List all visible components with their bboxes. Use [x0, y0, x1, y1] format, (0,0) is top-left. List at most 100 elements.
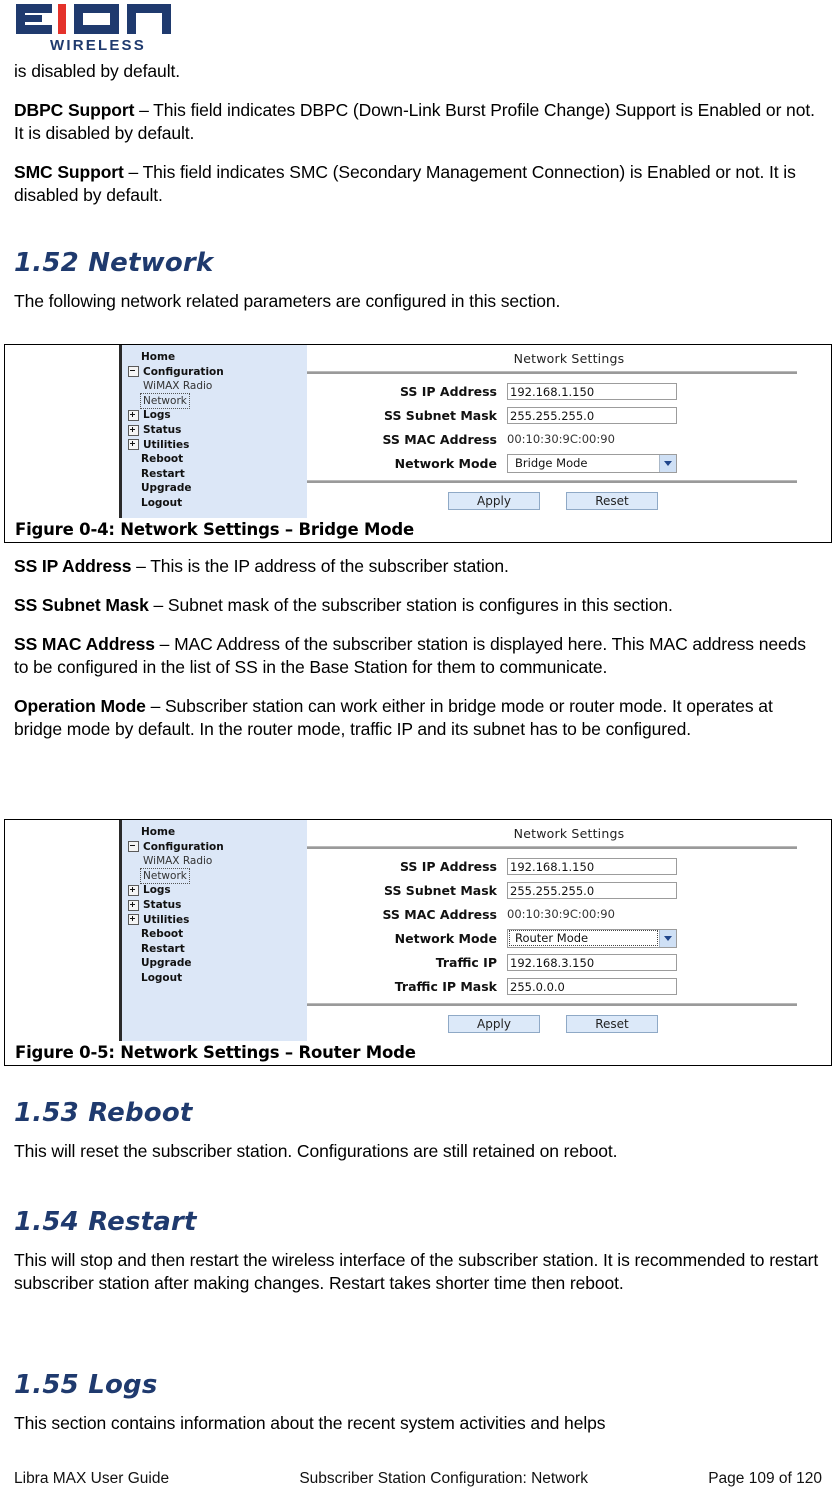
reset-button[interactable]: Reset — [566, 492, 658, 510]
sidebar-item-configuration[interactable]: Configuration — [128, 365, 307, 380]
sidebar-item-network[interactable]: Network — [128, 867, 307, 885]
sidebar-item-home[interactable]: Home — [128, 350, 307, 365]
footer-center: Subscriber Station Configuration: Networ… — [299, 1470, 588, 1487]
field-label-ss-subnet-mask: SS Subnet Mask — [384, 882, 497, 898]
chevron-down-icon[interactable] — [659, 454, 676, 472]
sidebar-item-label: Reboot — [141, 928, 184, 941]
sidebar-item-home[interactable]: Home — [128, 825, 307, 840]
heading-1-55-logs: 1.55 Logs — [14, 1370, 158, 1400]
panel-title: Network Settings — [513, 826, 625, 841]
chevron-down-icon[interactable] — [659, 929, 676, 947]
sidebar-item-label: Home — [141, 351, 176, 363]
field-label-traffic-ip-mask: Traffic IP Mask — [394, 978, 497, 994]
sidebar-item-label: WiMAX Radio — [143, 380, 213, 393]
sidebar-item-status[interactable]: Status — [128, 898, 307, 913]
ss-subnet-mask-input[interactable]: 255.255.255.0 — [507, 881, 677, 899]
ss-ip-address-input[interactable]: 192.168.1.150 — [507, 857, 677, 875]
field-label-ss-mac-address: SS MAC Address — [382, 906, 497, 922]
sidebar-item-restart[interactable]: Restart — [128, 467, 307, 482]
sidebar-item-configuration[interactable]: Configuration — [128, 840, 307, 855]
sidebar-item-logout[interactable]: Logout — [128, 496, 307, 511]
expand-plus-icon[interactable] — [128, 899, 139, 911]
logs-section: 1.55 Logs This section contains informat… — [14, 1370, 822, 1451]
traffic-ip-input[interactable]: 192.168.3.150 — [507, 953, 677, 971]
sidebar-item-label: Status — [143, 898, 182, 911]
form-row-network-mode: Network Mode Router Mode — [307, 927, 831, 949]
sidebar-item-label: Utilities — [143, 913, 190, 926]
sidebar-item-label: Logs — [143, 409, 171, 422]
form-row-traffic-ip: Traffic IP 192.168.3.150 — [307, 951, 831, 973]
smc-description: – This field indicates SMC (Secondary Ma… — [14, 162, 796, 205]
form-row-traffic-ip-mask: Traffic IP Mask 255.0.0.0 — [307, 975, 831, 997]
sidebar-item-status[interactable]: Status — [128, 423, 307, 438]
heading-1-52-network: 1.52 Network — [14, 248, 214, 278]
network-mode-select[interactable]: Bridge Mode — [507, 453, 677, 473]
dbpc-description: – This field indicates DBPC (Down-Link B… — [14, 100, 815, 143]
sidebar-item-upgrade[interactable]: Upgrade — [128, 956, 307, 971]
sidebar-item-wimax-radio[interactable]: WiMAX Radio — [128, 379, 307, 394]
ss-mac-address-value: 00:10:30:9C:00:90 — [507, 431, 615, 446]
heading-1-53-reboot: 1.53 Reboot — [14, 1098, 193, 1128]
form-row-ss-subnet-mask: SS Subnet Mask 255.255.255.0 — [307, 404, 831, 426]
ss-ip-address-input[interactable]: 192.168.1.150 — [507, 382, 677, 400]
tree-spacer-icon — [128, 353, 137, 362]
sidebar-item-utilities[interactable]: Utilities — [128, 438, 307, 453]
sidebar-item-wimax-radio[interactable]: WiMAX Radio — [128, 854, 307, 869]
expand-plus-icon[interactable] — [128, 424, 139, 436]
logo-icon: WIRELESS — [16, 4, 171, 54]
dbpc-paragraph: DBPC Support – This field indicates DBPC… — [14, 99, 822, 145]
device-sidebar-nav: Home Configuration WiMAX Radio Network Logs S… — [122, 820, 307, 1041]
collapse-minus-icon[interactable] — [128, 366, 139, 378]
definition-text: – Subnet mask of the subscriber station … — [148, 595, 673, 615]
definition-ss-ip-address: SS IP Address – This is the IP address o… — [14, 555, 822, 578]
form-row-ss-mac-address: SS MAC Address 00:10:30:9C:00:90 — [307, 428, 831, 450]
expand-plus-icon[interactable] — [128, 885, 139, 897]
form-row-ss-subnet-mask: SS Subnet Mask 255.255.255.0 — [307, 879, 831, 901]
sidebar-item-reboot[interactable]: Reboot — [128, 927, 307, 942]
field-label-ss-mac-address: SS MAC Address — [382, 431, 497, 447]
definition-term: SS Subnet Mask — [14, 595, 149, 615]
field-label-traffic-ip: Traffic IP — [435, 954, 497, 970]
sidebar-item-reboot[interactable]: Reboot — [128, 452, 307, 467]
form-button-row: Apply Reset — [307, 1006, 799, 1041]
tree-spacer-icon — [128, 945, 137, 954]
figure-router-mode: Home Configuration WiMAX Radio Network Logs S… — [4, 819, 832, 1066]
tree-spacer-icon — [128, 959, 137, 968]
form-row-network-mode: Network Mode Bridge Mode — [307, 452, 831, 474]
continued-paragraph: is disabled by default. — [14, 61, 181, 81]
network-intro-paragraph: The following network related parameters… — [14, 291, 561, 311]
tree-spacer-icon — [128, 930, 137, 939]
network-mode-select[interactable]: Router Mode — [507, 928, 677, 948]
sidebar-item-network[interactable]: Network — [128, 392, 307, 410]
form-row-ss-ip-address: SS IP Address 192.168.1.150 — [307, 855, 831, 877]
sidebar-item-label: Logs — [143, 884, 171, 897]
heading-1-54-restart: 1.54 Restart — [14, 1207, 197, 1237]
definition-term: Operation Mode — [14, 696, 146, 716]
sidebar-item-upgrade[interactable]: Upgrade — [128, 481, 307, 496]
page-footer: Libra MAX User Guide Subscriber Station … — [14, 1470, 822, 1488]
sidebar-item-label: Utilities — [143, 438, 190, 451]
panel-title: Network Settings — [513, 351, 625, 366]
field-label-ss-ip-address: SS IP Address — [399, 858, 497, 874]
traffic-ip-mask-input[interactable]: 255.0.0.0 — [507, 977, 677, 995]
sidebar-item-utilities[interactable]: Utilities — [128, 913, 307, 928]
expand-plus-icon[interactable] — [128, 410, 139, 422]
expand-plus-icon[interactable] — [128, 914, 139, 926]
collapse-minus-icon[interactable] — [128, 841, 139, 853]
apply-button[interactable]: Apply — [448, 1015, 540, 1033]
ss-subnet-mask-input[interactable]: 255.255.255.0 — [507, 406, 677, 424]
apply-button[interactable]: Apply — [448, 492, 540, 510]
sidebar-item-restart[interactable]: Restart — [128, 942, 307, 957]
field-label-network-mode: Network Mode — [394, 930, 497, 946]
expand-plus-icon[interactable] — [128, 439, 139, 451]
sidebar-item-logout[interactable]: Logout — [128, 971, 307, 986]
tree-spacer-icon — [128, 499, 137, 508]
field-label-ss-subnet-mask: SS Subnet Mask — [384, 407, 497, 423]
sidebar-item-logs[interactable]: Logs — [128, 883, 307, 898]
sidebar-item-logs[interactable]: Logs — [128, 408, 307, 423]
reset-button[interactable]: Reset — [566, 1015, 658, 1033]
eion-wireless-logo: WIRELESS — [14, 2, 184, 54]
sidebar-item-label: Status — [143, 423, 182, 436]
sidebar-item-label: Home — [141, 826, 176, 838]
definition-text: – This is the IP address of the subscrib… — [131, 556, 509, 576]
